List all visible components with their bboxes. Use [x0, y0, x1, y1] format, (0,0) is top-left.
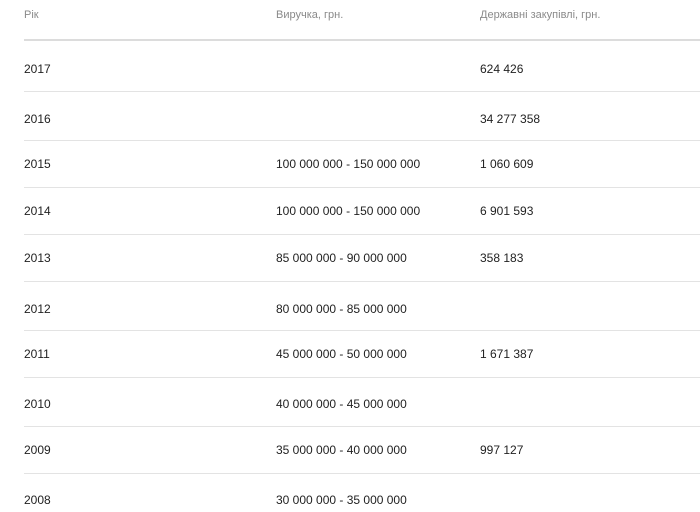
- header-revenue: Виручка, грн.: [276, 9, 344, 21]
- cell-procurement: 1 060 609: [480, 157, 534, 171]
- finance-table: Рік Виручка, грн. Державні закупівлі, гр…: [24, 0, 700, 512]
- table-body: 2017 624 426 2016 34 277 358 2015 100 000 000…: [24, 41, 700, 512]
- cell-revenue: 30 000 000 - 35 000 000: [276, 493, 407, 507]
- table-row: 2017 624 426: [24, 41, 700, 92]
- cell-revenue: 100 000 000 - 150 000 000: [276, 157, 421, 171]
- cell-revenue: 85 000 000 - 90 000 000: [276, 251, 407, 265]
- table-row: 2011 45 000 000 - 50 000 000 1 671 387: [24, 331, 700, 378]
- cell-year: 2012: [24, 302, 51, 316]
- cell-revenue: 100 000 000 - 150 000 000: [276, 204, 421, 218]
- cell-procurement: 34 277 358: [480, 112, 541, 126]
- cell-procurement: 358 183: [480, 251, 524, 265]
- cell-procurement: 1 671 387: [480, 347, 534, 361]
- header-year: Рік: [24, 9, 39, 21]
- table-header: Рік Виручка, грн. Державні закупівлі, гр…: [24, 0, 700, 41]
- header-procurement: Державні закупівлі, грн.: [480, 9, 601, 21]
- cell-procurement: 997 127: [480, 443, 524, 457]
- cell-year: 2015: [24, 157, 51, 171]
- table-row: 2016 34 277 358: [24, 92, 700, 141]
- cell-revenue: 45 000 000 - 50 000 000: [276, 347, 407, 361]
- cell-year: 2009: [24, 443, 51, 457]
- table-row: 2009 35 000 000 - 40 000 000 997 127: [24, 427, 700, 474]
- cell-procurement: 624 426: [480, 62, 524, 76]
- table-row: 2012 80 000 000 - 85 000 000: [24, 282, 700, 331]
- cell-revenue: 35 000 000 - 40 000 000: [276, 443, 407, 457]
- cell-year: 2014: [24, 204, 51, 218]
- cell-revenue: 40 000 000 - 45 000 000: [276, 397, 407, 411]
- cell-year: 2016: [24, 112, 51, 126]
- table-row: 2013 85 000 000 - 90 000 000 358 183: [24, 235, 700, 282]
- company-finance-page: Рік Виручка, грн. Державні закупівлі, гр…: [0, 0, 700, 512]
- table-row: 2015 100 000 000 - 150 000 000 1 060 609: [24, 141, 700, 188]
- cell-year: 2010: [24, 397, 51, 411]
- table-row: 2008 30 000 000 - 35 000 000: [24, 474, 700, 512]
- cell-year: 2008: [24, 493, 51, 507]
- table-row: 2010 40 000 000 - 45 000 000: [24, 378, 700, 427]
- table-row: 2014 100 000 000 - 150 000 000 6 901 593: [24, 188, 700, 235]
- cell-year: 2013: [24, 251, 51, 265]
- cell-year: 2011: [24, 347, 50, 361]
- cell-year: 2017: [24, 62, 51, 76]
- cell-procurement: 6 901 593: [480, 204, 534, 218]
- cell-revenue: 80 000 000 - 85 000 000: [276, 302, 407, 316]
